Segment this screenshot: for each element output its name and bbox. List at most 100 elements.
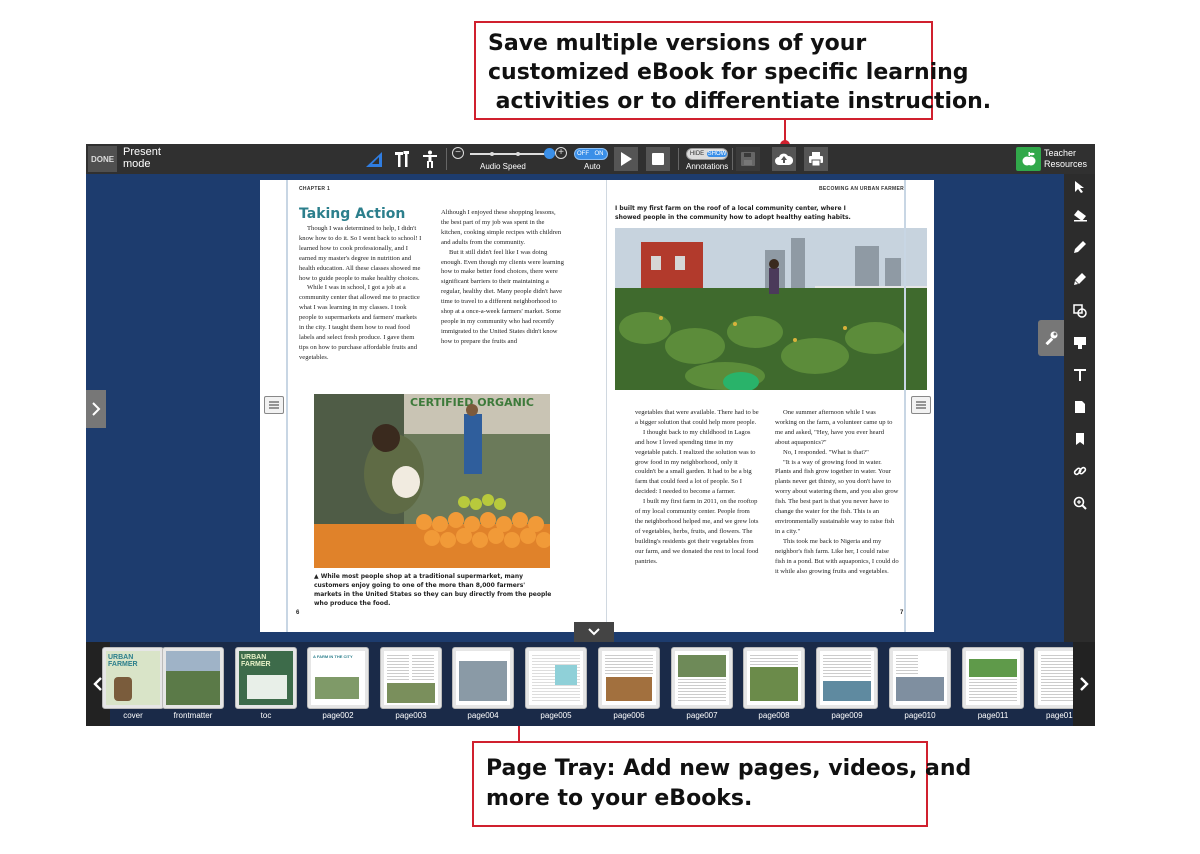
right-column-1: vegetables that were available. There ha…	[635, 408, 759, 567]
present-mode-label[interactable]: Present mode	[123, 146, 183, 170]
done-button[interactable]: DONE	[88, 146, 117, 172]
annotation-tools-column	[1064, 174, 1095, 642]
pointer-icon[interactable]	[1069, 176, 1090, 197]
callout-line: customized eBook for specific learning	[488, 60, 969, 85]
toggle-show-label: SHOW	[707, 151, 727, 157]
tools-icon[interactable]	[390, 147, 414, 171]
auto-label: Auto	[584, 162, 601, 171]
thumbnail-label: page004	[467, 711, 499, 720]
link-icon[interactable]	[1069, 460, 1090, 481]
tray-thumbnail[interactable]: A FARM IN THE CITY	[307, 647, 369, 709]
play-icon	[621, 152, 632, 166]
tray-thumbnail[interactable]: URBAN FARMER	[235, 647, 297, 709]
paragraph: But it still didn't feel like I was doin…	[441, 248, 564, 345]
thumbnail-label: page011	[977, 711, 1009, 720]
slider-tick	[516, 152, 520, 156]
running-head: BECOMING AN URBAN FARMER	[819, 186, 905, 192]
bookmark-icon[interactable]	[1069, 428, 1090, 449]
paragraph: "It is a way of growing food in water. P…	[775, 458, 899, 535]
highlighter-icon[interactable]	[1069, 268, 1090, 289]
thumbnail-title: URBAN FARMER	[108, 654, 138, 668]
chevron-right-icon	[1080, 677, 1089, 691]
cloud-upload-icon	[775, 153, 793, 165]
callout-line: more to your eBooks.	[486, 786, 753, 811]
paragraph: No, I responded. "What is that?"	[783, 448, 869, 456]
save-disk-button	[736, 147, 760, 171]
tray-thumbnail[interactable]	[671, 647, 733, 709]
right-notes-icon[interactable]	[911, 396, 931, 414]
callout-line: Page Tray: Add new pages, videos, and	[486, 756, 972, 781]
book-page-left: CHAPTER 1 Taking Action Though I was det…	[260, 180, 606, 632]
page-icon[interactable]	[1069, 396, 1090, 417]
tray-thumbnail[interactable]	[525, 647, 587, 709]
zoom-icon[interactable]	[1069, 492, 1090, 513]
wrench-icon[interactable]	[1038, 320, 1064, 356]
paragraph: I built my first farm in 2011, on the ro…	[635, 498, 759, 565]
audio-speed-slider[interactable]: − + Audio Speed	[450, 146, 568, 172]
callout-line: Save multiple versions of your	[488, 31, 867, 56]
tray-thumbnail[interactable]: URBAN FARMER	[102, 647, 164, 709]
play-button[interactable]	[614, 147, 638, 171]
pen-icon[interactable]	[1069, 236, 1090, 257]
sticky-note-icon[interactable]	[1069, 332, 1090, 353]
shapes-icon[interactable]	[1069, 300, 1090, 321]
print-button[interactable]	[804, 147, 828, 171]
auto-toggle[interactable]: OFF ON	[574, 148, 608, 160]
right-column-2: One summer afternoon while I was working…	[775, 408, 899, 576]
tray-thumbnail[interactable]	[743, 647, 805, 709]
stop-icon	[652, 153, 664, 165]
tray-thumbnail[interactable]	[162, 647, 224, 709]
tray-thumbnail[interactable]	[816, 647, 878, 709]
minus-circle-icon[interactable]: −	[452, 147, 464, 159]
save-version-button[interactable]	[772, 147, 796, 171]
teacher-resources-button[interactable]	[1016, 147, 1041, 171]
page-tray: URBAN FARMER cover frontmatter URBAN FAR…	[86, 642, 1095, 726]
paragraph: vegetables that were available. There ha…	[635, 409, 759, 426]
ruler-triangle-icon[interactable]	[362, 147, 386, 171]
save-versions-callout: Save multiple versions of your customize…	[474, 21, 992, 120]
thumbnail-title: A FARM IN THE CITY	[313, 654, 353, 659]
eraser-icon[interactable]	[1069, 204, 1090, 225]
apple-icon	[1022, 152, 1035, 166]
page-tray-callout: Page Tray: Add new pages, videos, and mo…	[472, 741, 972, 827]
book-page-right: BECOMING AN URBAN FARMER I built my firs…	[606, 180, 934, 632]
thumbnail-label: page008	[758, 711, 790, 720]
thumbnail-label: frontmatter	[173, 711, 213, 720]
toolbar-separator	[732, 148, 733, 170]
thumbnail-label: toc	[260, 711, 272, 720]
tray-thumbnail[interactable]	[962, 647, 1024, 709]
teacher-resources-label[interactable]: Teacher Resources	[1044, 148, 1090, 170]
thumbnail-label: page006	[613, 711, 645, 720]
page-tray-toggle[interactable]	[574, 622, 614, 642]
tray-scroll-right[interactable]	[1073, 642, 1095, 726]
slider-handle[interactable]	[544, 148, 555, 159]
page-number: 7	[900, 610, 904, 616]
chevron-right-icon	[92, 402, 101, 416]
stop-button[interactable]	[646, 147, 670, 171]
left-notes-icon[interactable]	[264, 396, 284, 414]
save-disk-icon	[741, 152, 755, 166]
tray-thumbnail[interactable]	[889, 647, 951, 709]
left-panel-toggle[interactable]	[86, 390, 106, 428]
plus-circle-icon[interactable]: +	[555, 147, 567, 159]
paragraph: This took me back to Nigeria and my neig…	[775, 537, 899, 575]
top-toolbar: DONE Present mode − + Audio Speed OFF ON…	[86, 144, 1095, 174]
paragraph: While I was in school, I got a job at a …	[299, 284, 420, 361]
rooftop-farm-photo	[615, 228, 927, 390]
callout-line: activities or to differentiate instructi…	[488, 89, 992, 114]
paragraph: One summer afternoon while I was working…	[775, 409, 893, 446]
tray-thumbnail[interactable]	[452, 647, 514, 709]
tray-thumbnail[interactable]	[598, 647, 660, 709]
annotations-toggle[interactable]: HIDE SHOW	[686, 148, 728, 160]
toggle-hide-label: HIDE	[689, 151, 705, 157]
text-icon[interactable]	[1069, 364, 1090, 385]
chapter-header: CHAPTER 1	[299, 186, 331, 192]
chevron-down-icon	[588, 628, 600, 636]
tray-thumbnail[interactable]	[380, 647, 442, 709]
thumbnail-label: page007	[686, 711, 718, 720]
annotations-label: Annotations	[686, 162, 729, 171]
left-column-1: Though I was determined to help, I didn'…	[299, 224, 423, 363]
accessibility-icon[interactable]	[418, 147, 442, 171]
left-column-2: Although I enjoyed these shopping lesson…	[441, 208, 565, 347]
slider-track[interactable]	[470, 153, 550, 155]
